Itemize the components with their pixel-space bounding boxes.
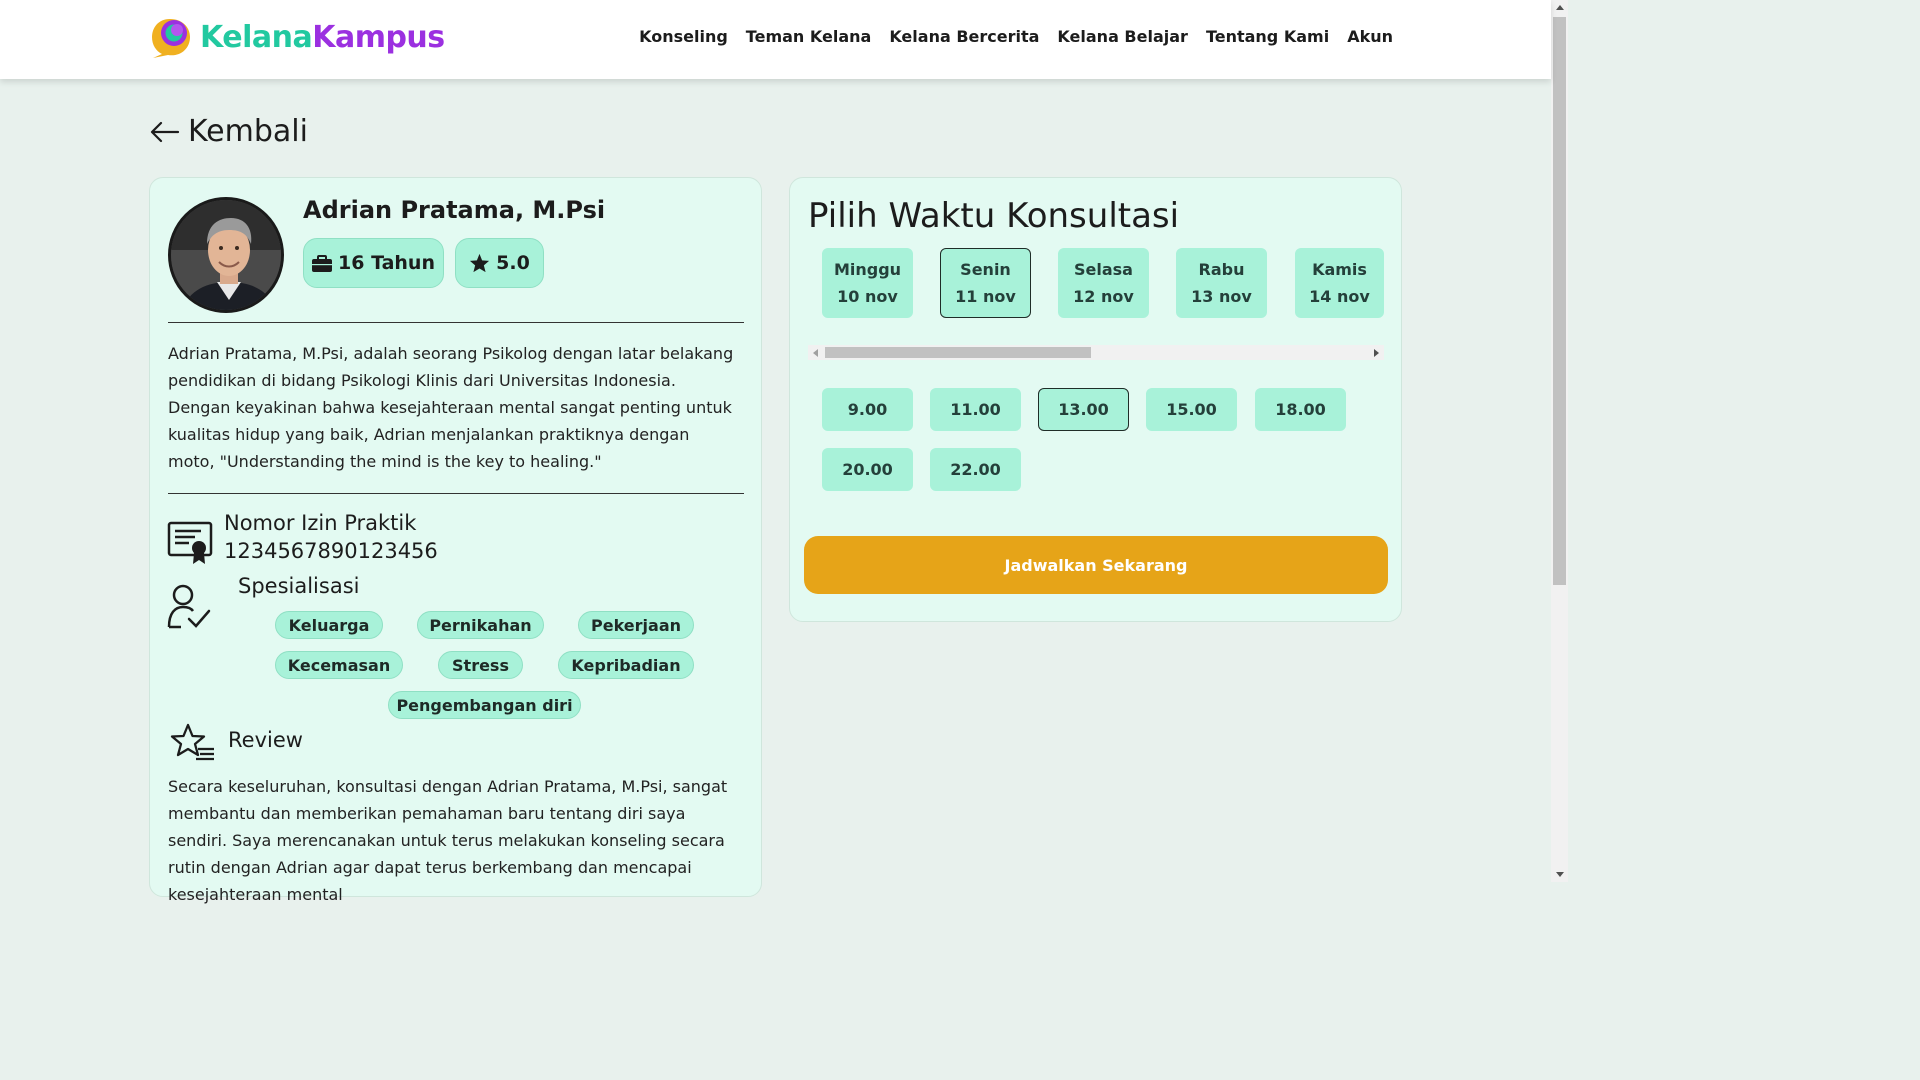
- time-slot[interactable]: 11.00: [930, 388, 1021, 431]
- scrollbar-thumb[interactable]: [825, 347, 1091, 358]
- day-name: Selasa: [1074, 260, 1133, 279]
- day-name: Senin: [960, 260, 1011, 279]
- day-option[interactable]: Rabu 13 nov: [1176, 248, 1267, 318]
- chat-bubble-logo-icon: [150, 15, 194, 59]
- time-slot[interactable]: 15.00: [1146, 388, 1237, 431]
- arrow-left-icon: [150, 121, 180, 142]
- counselor-avatar: [168, 197, 284, 313]
- rating-value: 5.0: [496, 252, 530, 274]
- counselor-profile-card: Adrian Pratama, M.Psi 16 Tahun 5.0 Adria…: [149, 177, 762, 904]
- back-link[interactable]: Kembali: [150, 114, 308, 149]
- day-option[interactable]: Selasa 12 nov: [1058, 248, 1149, 318]
- specialization-tag: Pernikahan: [417, 611, 544, 639]
- specialization-tag: Keluarga: [275, 611, 383, 639]
- day-date: 14 nov: [1309, 287, 1370, 306]
- day-name: Minggu: [833, 260, 902, 279]
- scrollbar-thumb[interactable]: [1553, 17, 1566, 585]
- day-strip-scrollbar[interactable]: [808, 345, 1384, 360]
- nav-tentang-kami[interactable]: Tentang Kami: [1206, 27, 1329, 46]
- schedule-now-button[interactable]: Jadwalkan Sekarang: [804, 536, 1388, 594]
- specialization-tag: Kepribadian: [558, 651, 694, 679]
- review-label: Review: [228, 728, 303, 752]
- divider-top: [168, 322, 744, 323]
- scroll-up-arrow-icon[interactable]: [1556, 5, 1564, 10]
- rating-badge: 5.0: [455, 238, 544, 288]
- time-slot[interactable]: 9.00: [822, 388, 913, 431]
- nav-konseling[interactable]: Konseling: [639, 27, 728, 46]
- star-list-icon: [170, 723, 216, 767]
- main-nav: Konseling Teman Kelana Kelana Bercerita …: [621, 27, 1393, 46]
- experience-value: 16 Tahun: [338, 252, 435, 274]
- specialization-label: Spesialisasi: [238, 574, 360, 598]
- day-name: Rabu: [1198, 260, 1245, 279]
- time-slot-selected[interactable]: 13.00: [1038, 388, 1129, 431]
- day-date: 10 nov: [837, 287, 898, 306]
- day-date: 13 nov: [1191, 287, 1252, 306]
- day-selector: Minggu 10 nov Senin 11 nov Selasa 12 nov…: [808, 248, 1384, 320]
- back-label: Kembali: [188, 114, 308, 149]
- page-vertical-scrollbar[interactable]: [1551, 0, 1568, 882]
- nav-teman-kelana[interactable]: Teman Kelana: [746, 27, 872, 46]
- license-number: 1234567890123456: [224, 539, 438, 563]
- review-text: Secara keseluruhan, konsultasi dengan Ad…: [168, 777, 728, 904]
- brand-logo[interactable]: KelanaKampus: [150, 15, 445, 59]
- day-date: 12 nov: [1073, 287, 1134, 306]
- schedule-title: Pilih Waktu Konsultasi: [808, 196, 1180, 236]
- briefcase-icon: [312, 254, 333, 272]
- brand-name-part1: Kelana: [200, 19, 313, 55]
- day-date: 11 nov: [955, 287, 1016, 306]
- license-label: Nomor Izin Praktik: [224, 511, 417, 535]
- day-option-selected[interactable]: Senin 11 nov: [940, 248, 1031, 318]
- scroll-left-arrow-icon[interactable]: [813, 349, 818, 357]
- schedule-card: Pilih Waktu Konsultasi Minggu 10 nov Sen…: [789, 177, 1402, 622]
- top-navbar: KelanaKampus Konseling Teman Kelana Kela…: [0, 0, 1551, 79]
- specialization-tag: Pekerjaan: [578, 611, 694, 639]
- day-option[interactable]: Kamis 14 nov: [1295, 248, 1384, 318]
- brand-name-part2: Kampus: [312, 19, 445, 55]
- time-slot[interactable]: 18.00: [1255, 388, 1346, 431]
- specialization-tag: Kecemasan: [275, 651, 403, 679]
- day-option[interactable]: Minggu 10 nov: [822, 248, 913, 318]
- user-check-icon: [167, 583, 213, 635]
- specialization-tag: Stress: [438, 651, 523, 679]
- time-slot[interactable]: 20.00: [822, 448, 913, 491]
- nav-kelana-bercerita[interactable]: Kelana Bercerita: [889, 27, 1039, 46]
- counselor-bio: Adrian Pratama, M.Psi, adalah seorang Ps…: [168, 344, 734, 471]
- day-name: Kamis: [1312, 260, 1367, 279]
- certificate-icon: [167, 521, 213, 569]
- specialization-tag: Pengembangan diri: [388, 691, 581, 719]
- star-icon: [470, 253, 490, 273]
- divider-bio: [168, 493, 744, 494]
- nav-kelana-belajar[interactable]: Kelana Belajar: [1057, 27, 1188, 46]
- scroll-right-arrow-icon[interactable]: [1374, 349, 1379, 357]
- nav-akun[interactable]: Akun: [1347, 27, 1393, 46]
- scroll-down-arrow-icon[interactable]: [1556, 872, 1564, 877]
- time-slot[interactable]: 22.00: [930, 448, 1021, 491]
- experience-badge: 16 Tahun: [303, 238, 444, 288]
- counselor-name: Adrian Pratama, M.Psi: [303, 196, 606, 224]
